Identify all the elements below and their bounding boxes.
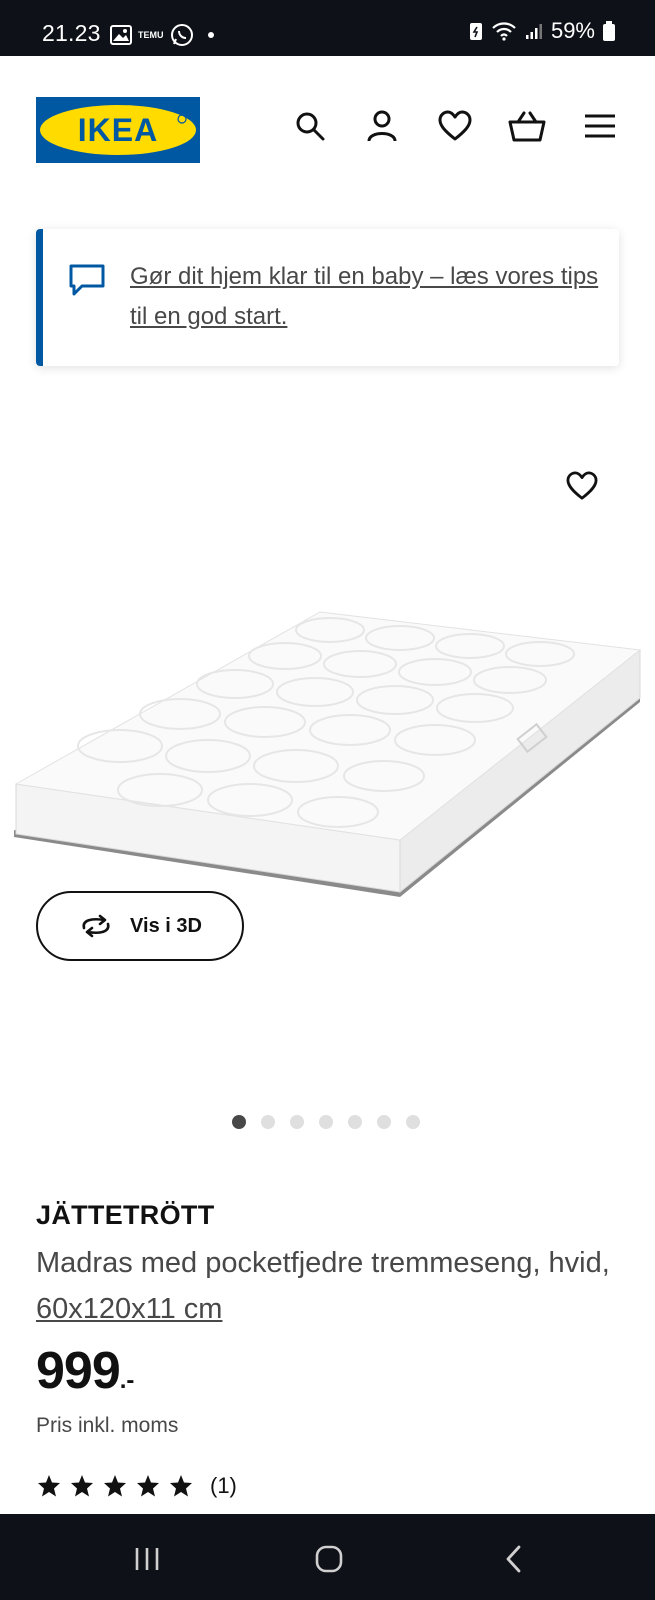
star-icon: [137, 1475, 159, 1497]
wifi-icon: [492, 22, 516, 41]
product-rating[interactable]: (1): [36, 1473, 237, 1499]
product-price: 999.-: [36, 1341, 134, 1401]
banner-link[interactable]: Gør dit hjem klar til en baby – læs vore…: [130, 257, 600, 337]
chat-bubble-icon: [69, 264, 105, 296]
battery-saver-icon: [469, 23, 482, 40]
view-3d-label: Vis i 3D: [130, 914, 202, 937]
system-nav-bar: [0, 1514, 655, 1600]
price-integer: 999: [36, 1342, 121, 1400]
info-banner[interactable]: Gør dit hjem klar til en baby – læs vore…: [36, 229, 619, 366]
star-icon: [38, 1475, 60, 1497]
more-notifications-icon: [207, 32, 214, 38]
product-name: JÄTTETRÖTT: [36, 1200, 215, 1230]
rating-stars: [36, 1474, 194, 1498]
svg-text:IKEA: IKEA: [78, 112, 158, 148]
product-dimensions-link[interactable]: 60x120x11 cm: [36, 1293, 222, 1325]
product-image: [14, 611, 642, 897]
carousel-dot[interactable]: [319, 1115, 333, 1129]
menu-icon[interactable]: [580, 106, 620, 146]
rotate-3d-icon: [82, 914, 110, 938]
shopping-bag-icon[interactable]: [507, 106, 547, 146]
ikea-logo[interactable]: IKEA: [36, 97, 200, 163]
star-icon: [71, 1475, 93, 1497]
rating-count: (1): [210, 1473, 237, 1498]
star-icon: [170, 1475, 192, 1497]
recent-apps-icon[interactable]: [127, 1542, 167, 1576]
whatsapp-icon: [170, 24, 193, 46]
notification-icons: TEMU: [110, 22, 214, 48]
temu-icon: TEMU: [138, 30, 164, 40]
carousel-dot[interactable]: [290, 1115, 304, 1129]
battery-percent: 59%: [550, 18, 595, 43]
carousel-dots[interactable]: [232, 1115, 420, 1129]
home-icon[interactable]: [309, 1542, 349, 1576]
price-note: Pris inkl. moms: [36, 1414, 179, 1437]
battery-icon: [603, 21, 615, 41]
carousel-dot[interactable]: [406, 1115, 420, 1129]
back-icon[interactable]: [494, 1542, 534, 1576]
site-header: IKEA: [0, 56, 655, 206]
product-description-text: Madras med pocketfjedre tremmeseng, hvid…: [36, 1247, 610, 1279]
gallery-icon: [110, 25, 132, 45]
search-icon[interactable]: [290, 106, 330, 146]
status-right: 59%: [469, 18, 615, 44]
carousel-dot[interactable]: [232, 1115, 246, 1129]
product-description: Madras med pocketfjedre tremmeseng, hvid…: [36, 1240, 626, 1332]
carousel-dot[interactable]: [377, 1115, 391, 1129]
price-suffix: .-: [119, 1367, 135, 1394]
carousel-dot[interactable]: [261, 1115, 275, 1129]
signal-icon: [525, 24, 542, 39]
star-icon: [104, 1475, 126, 1497]
favorites-heart-icon[interactable]: [435, 106, 475, 146]
status-time: 21.23: [42, 20, 101, 46]
carousel-dot[interactable]: [348, 1115, 362, 1129]
banner-accent-bar: [36, 229, 43, 366]
profile-icon[interactable]: [362, 106, 402, 146]
status-bar: 21.23 TEMU 59%: [0, 0, 655, 56]
add-to-favorites-heart-icon[interactable]: [562, 466, 602, 506]
view-3d-button[interactable]: Vis i 3D: [36, 891, 244, 961]
